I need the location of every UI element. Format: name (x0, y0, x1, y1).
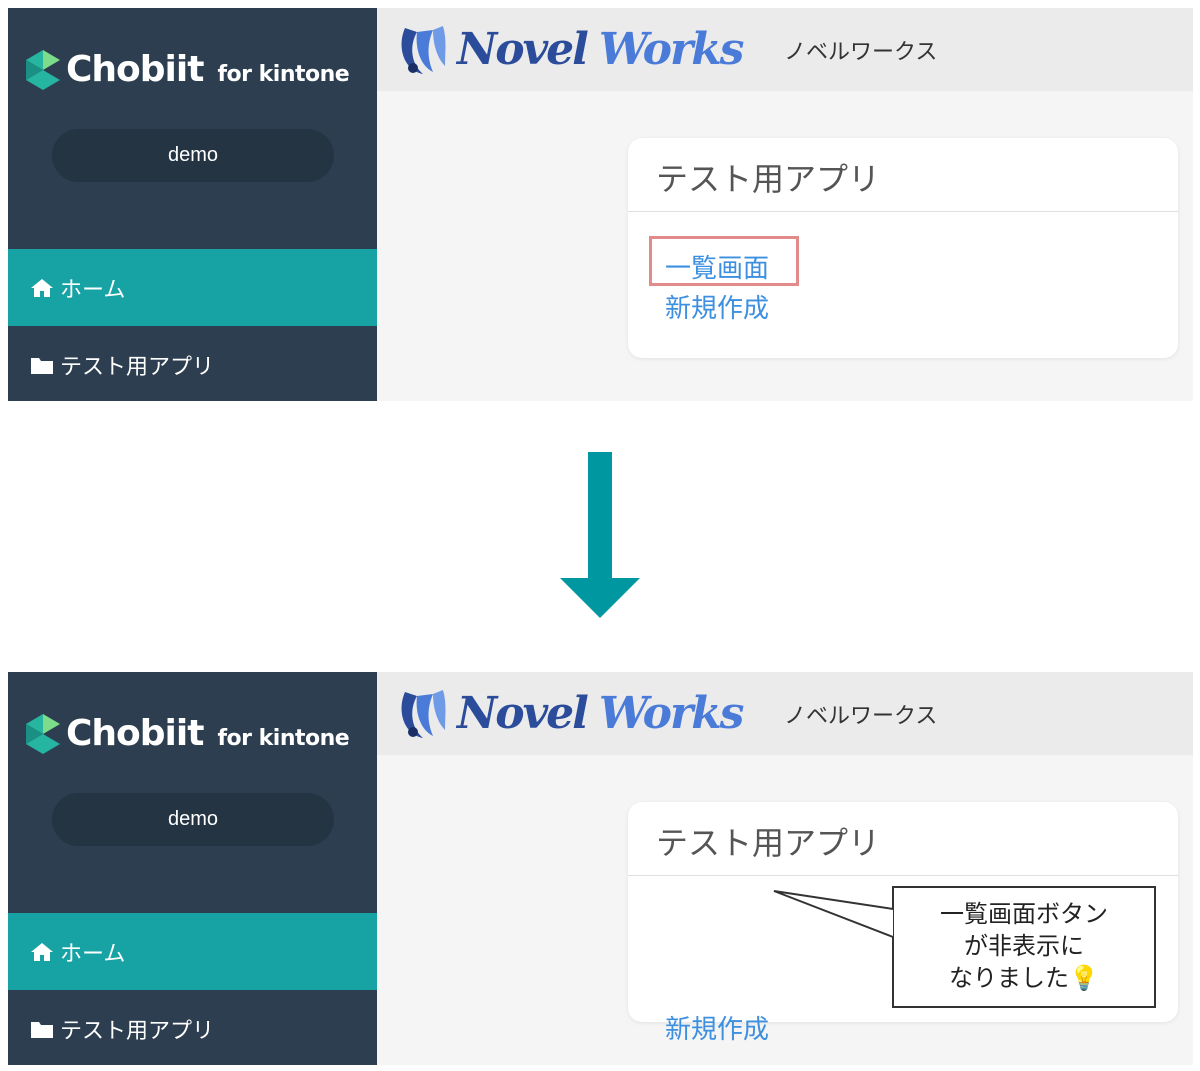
logo-word-novel: Novel (457, 688, 589, 739)
header: Novel Works ノベルワークス (377, 672, 1193, 755)
home-icon (31, 278, 53, 297)
sidebar-item-test-app[interactable]: テスト用アプリ (8, 990, 377, 1065)
card-title: テスト用アプリ (656, 160, 881, 198)
card-divider (628, 875, 1178, 876)
brand-logo[interactable]: Chobiit for kintone (26, 712, 350, 754)
new-record-link[interactable]: 新規作成 (665, 288, 769, 325)
sidebar-item-label: テスト用アプリ (60, 1018, 215, 1044)
sidebar-item-home[interactable]: ホーム (8, 249, 377, 326)
callout-line: が非表示に (964, 932, 1084, 960)
logo-word-novel: Novel (457, 24, 589, 75)
sidebar-item-label: ホーム (60, 277, 126, 303)
brand-logo[interactable]: Chobiit for kintone (26, 48, 350, 90)
chobiit-logo-icon (26, 714, 60, 754)
logo-wordmark: Novel Works (457, 688, 745, 740)
logo-kana: ノベルワークス (784, 40, 938, 65)
brand-name: Chobiit (66, 49, 204, 90)
brand-suffix: for kintone (217, 726, 350, 751)
sidebar-item-label: テスト用アプリ (60, 354, 215, 380)
callout-line: 一覧画面ボタン (940, 900, 1108, 928)
sidebar: Chobiit for kintone demo ホーム テスト用アプリ (8, 672, 377, 1065)
logo-word-works: Works (598, 24, 745, 75)
folder-icon (31, 357, 53, 374)
callout-text: 一覧画面ボタン が非表示に なりました💡 (900, 898, 1148, 994)
logo-wordmark: Novel Works (457, 24, 745, 76)
brand-name: Chobiit (66, 713, 204, 754)
brand-suffix: for kintone (217, 62, 350, 87)
card-title: テスト用アプリ (656, 824, 881, 862)
app-card: テスト用アプリ 一覧画面 新規作成 (628, 138, 1178, 358)
list-view-link[interactable]: 一覧画面 (665, 248, 769, 285)
new-record-link[interactable]: 新規作成 (665, 1009, 769, 1046)
logo-kana: ノベルワークス (784, 704, 938, 729)
sidebar: Chobiit for kintone demo ホーム テスト用アプリ (8, 8, 377, 401)
card-divider (628, 211, 1178, 212)
novelworks-logo-icon (401, 690, 446, 738)
sidebar-item-home[interactable]: ホーム (8, 913, 377, 990)
sidebar-item-label: ホーム (60, 941, 126, 967)
home-icon (31, 942, 53, 961)
chobiit-logo-icon (26, 50, 60, 90)
folder-icon (31, 1021, 53, 1038)
sidebar-item-test-app[interactable]: テスト用アプリ (8, 326, 377, 401)
header: Novel Works ノベルワークス (377, 8, 1193, 91)
novelworks-logo-icon (401, 26, 446, 74)
callout-line: なりました💡 (949, 964, 1099, 992)
user-badge[interactable]: demo (52, 793, 334, 846)
logo-word-works: Works (598, 688, 745, 739)
arrow-down-icon (560, 452, 640, 618)
screenshot-before: Chobiit for kintone demo ホーム テスト用アプリ Nov… (8, 8, 1193, 401)
user-badge[interactable]: demo (52, 129, 334, 182)
